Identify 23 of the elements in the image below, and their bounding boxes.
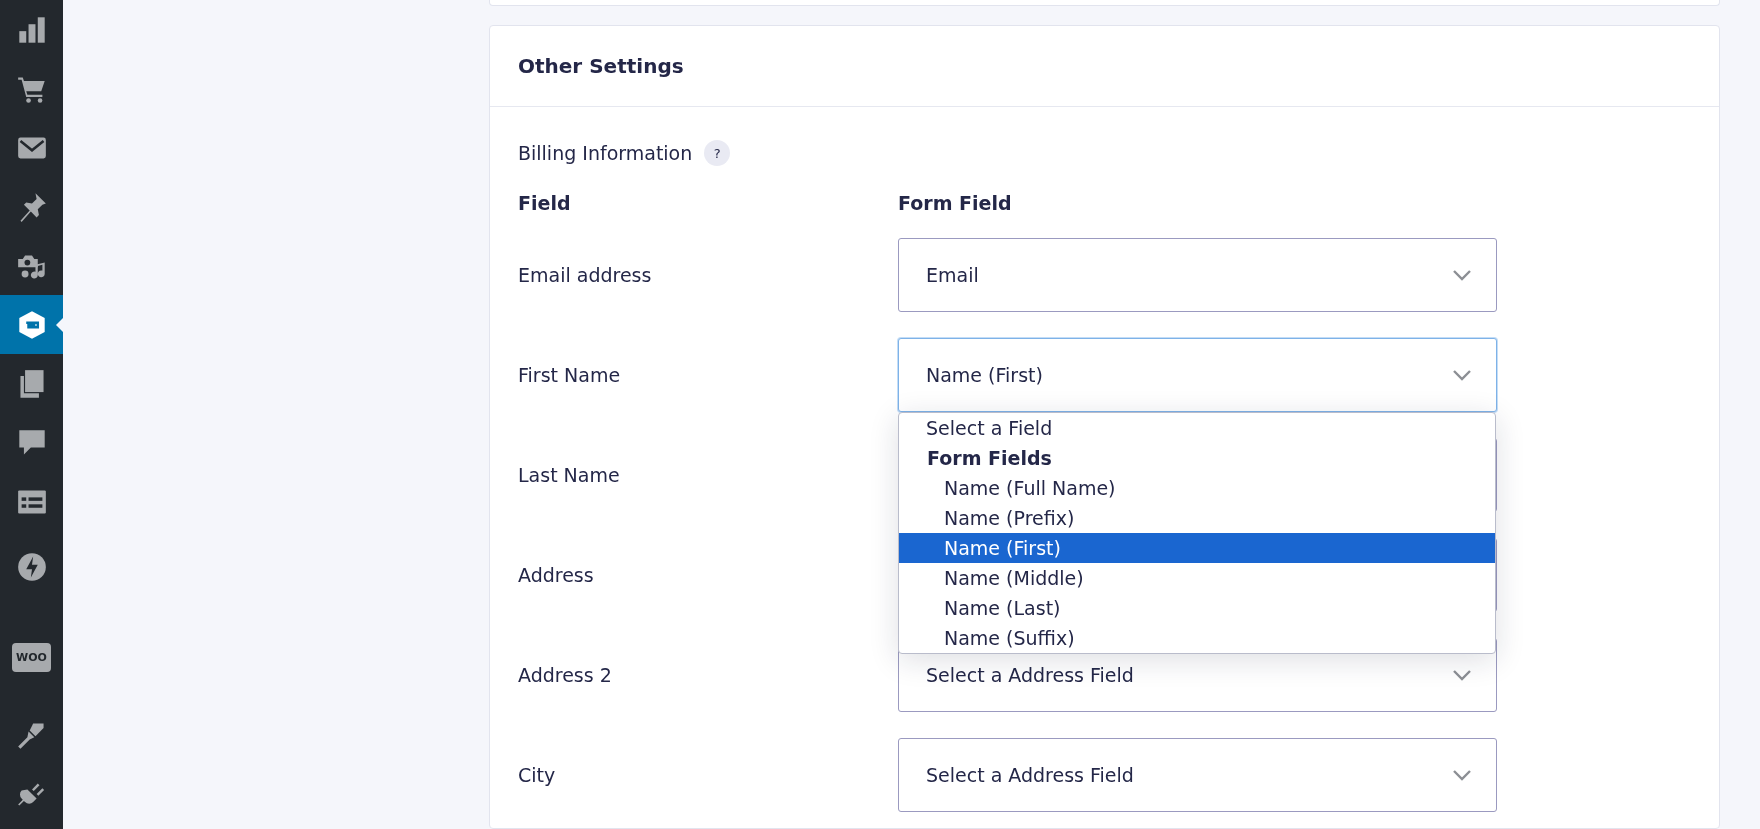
field-label: First Name xyxy=(518,364,622,386)
field-label: Last Name xyxy=(518,464,621,486)
dropdown-option[interactable]: Name (Full Name) xyxy=(899,473,1495,503)
menu-item[interactable]: WOO xyxy=(0,628,63,687)
dropdown-option[interactable]: Name (Middle) xyxy=(899,563,1495,593)
select-field[interactable]: Email xyxy=(898,238,1497,312)
field-label: Email address xyxy=(518,264,653,286)
section-label: Billing Information xyxy=(518,142,693,164)
help-button[interactable]: ? xyxy=(704,140,731,166)
column-header: Form Field xyxy=(898,192,1013,214)
dropdown-option[interactable]: Name (First) xyxy=(899,533,1495,563)
select-field[interactable]: Select a Address Field xyxy=(898,738,1497,812)
woo-icon: WOO xyxy=(12,643,51,672)
dropdown-option[interactable]: Name (Prefix) xyxy=(899,503,1495,533)
column-header: Field xyxy=(518,192,572,214)
field-label: Address xyxy=(518,564,595,586)
card-title: Other Settings xyxy=(518,54,684,78)
option-group-label: Form Fields xyxy=(926,446,1053,471)
field-label: Address 2 xyxy=(518,664,613,686)
field-label: City xyxy=(518,764,557,786)
dropdown-option[interactable]: Select a Field xyxy=(899,413,1495,443)
dropdown-option[interactable]: Name (Last) xyxy=(899,593,1495,623)
select-field[interactable]: Name (First) xyxy=(898,338,1497,412)
